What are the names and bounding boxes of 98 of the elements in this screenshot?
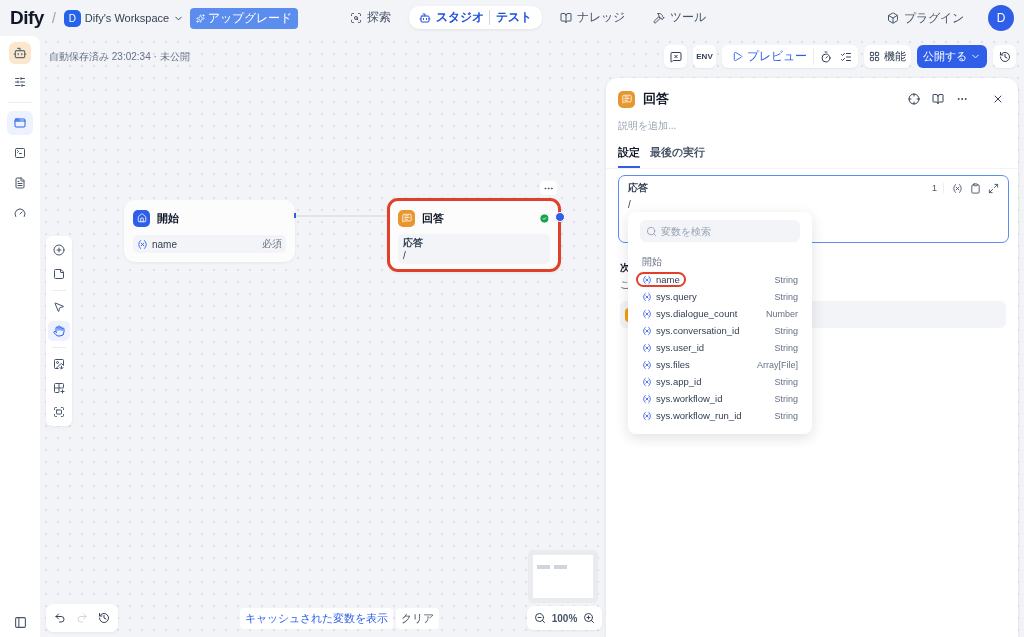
group-label: 開始 — [642, 255, 662, 269]
nav-tab[interactable]: ナレッジ — [550, 6, 635, 29]
variable-option[interactable]: sys.workflow_run_id String — [640, 407, 800, 424]
clear-chat-button[interactable] — [664, 45, 687, 68]
sliders-icon — [14, 76, 26, 88]
hand-icon — [53, 325, 65, 337]
start-node[interactable]: 開始 name 必須 — [124, 200, 295, 262]
message-icon — [398, 209, 415, 227]
variable-icon — [642, 274, 652, 285]
zoom-out-icon[interactable] — [534, 612, 546, 624]
pointer-icon — [53, 301, 65, 313]
variable-icon — [642, 410, 652, 421]
undo-icon[interactable] — [54, 612, 66, 624]
plugin-button[interactable]: プラグイン — [881, 9, 970, 27]
character-count: 1 — [932, 183, 944, 193]
variable-icon[interactable] — [952, 182, 963, 194]
timer-icon[interactable] — [820, 50, 832, 63]
image-export-icon — [53, 358, 65, 370]
features-button[interactable]: 機能 — [864, 45, 911, 68]
add-icon — [53, 244, 65, 256]
history-button[interactable] — [993, 45, 1016, 68]
variable-option[interactable]: sys.user_id String — [640, 339, 800, 356]
message-icon — [618, 90, 635, 108]
zoom-in-icon[interactable] — [583, 612, 595, 624]
editor-value: / — [628, 199, 631, 210]
workspace-switcher[interactable]: D Dify's Workspace — [63, 9, 185, 27]
breadcrumb-separator: / — [51, 10, 56, 26]
palette-tool[interactable] — [48, 321, 70, 341]
nav-tab[interactable]: 探索 — [340, 6, 401, 29]
workspace-avatar: D — [63, 9, 81, 27]
variable-icon — [137, 238, 148, 250]
node-title: 回答 — [422, 210, 444, 226]
close-icon[interactable] — [992, 93, 1004, 105]
home-icon — [133, 209, 150, 227]
nav-tab[interactable]: スタジオ テスト — [409, 6, 542, 29]
variable-option[interactable]: sys.query String — [640, 288, 800, 305]
variable-option[interactable]: sys.workflow_id String — [640, 390, 800, 407]
variable-option[interactable]: sys.app_id String — [640, 373, 800, 390]
document-icon — [14, 177, 26, 189]
search-box[interactable]: 変数を検索 — [640, 220, 800, 242]
sidebar-toggle-icon[interactable] — [13, 616, 27, 629]
node-title: 開始 — [157, 210, 179, 226]
variable-name: name — [152, 238, 177, 250]
checklist-icon[interactable] — [840, 50, 852, 63]
search-field[interactable]: 変数を検索 — [661, 225, 791, 237]
section-description: こ — [620, 278, 630, 292]
env-button[interactable]: ENV — [693, 45, 716, 68]
user-avatar[interactable]: D — [988, 5, 1014, 31]
grid-plus-icon — [53, 382, 65, 394]
required-label: 必須 — [262, 237, 282, 251]
grid-icon — [869, 51, 880, 62]
app-icon[interactable] — [9, 42, 31, 64]
variable-option[interactable]: sys.files Array[File] — [640, 356, 800, 373]
publish-button[interactable]: 公開する — [917, 45, 987, 68]
sidebar-item[interactable] — [7, 111, 33, 135]
field-label: 応答 — [403, 236, 423, 250]
autosave-status: 自動保存済み 23:02:34 · 未公開 — [49, 49, 190, 64]
window-icon — [14, 117, 26, 129]
variable-icon — [642, 291, 652, 302]
panel-tab[interactable]: 設定 — [618, 146, 640, 168]
search-icon — [646, 225, 657, 237]
variable-icon — [642, 308, 652, 319]
logo: Dify — [10, 7, 44, 29]
clear-button[interactable]: クリア — [396, 608, 439, 629]
zoom-level[interactable]: 100% — [551, 612, 578, 624]
history-icon — [998, 50, 1011, 63]
variable-icon — [642, 393, 652, 404]
variable-option[interactable]: sys.dialogue_count Number — [640, 305, 800, 322]
variable-option[interactable]: sys.conversation_id String — [640, 322, 800, 339]
fit-view-icon — [53, 406, 65, 418]
variable-icon — [642, 325, 652, 336]
expand-icon[interactable] — [988, 182, 999, 194]
panel-tab[interactable]: 最後の実行 — [650, 146, 705, 168]
terminal-icon — [14, 147, 26, 159]
node-handle[interactable] — [555, 212, 565, 222]
cached-variables-button[interactable]: キャッシュされた変数を表示 — [240, 608, 393, 629]
clipboard-icon[interactable] — [970, 182, 981, 194]
book-icon — [560, 11, 572, 24]
cube-icon — [887, 12, 899, 24]
hammer-icon — [653, 11, 665, 24]
robot-icon — [419, 11, 431, 24]
check-icon — [539, 212, 550, 224]
variable-icon — [642, 342, 652, 353]
play-icon — [732, 51, 743, 62]
variable-icon — [642, 376, 652, 387]
nav-tab[interactable]: ツール — [643, 6, 716, 29]
gauge-icon — [14, 207, 26, 219]
panel-title: 回答 — [643, 90, 669, 108]
field-value: / — [403, 250, 406, 261]
message-x-icon — [669, 50, 682, 63]
crosshair-icon[interactable] — [908, 93, 920, 105]
editor-label: 応答 — [628, 181, 648, 195]
variable-icon — [642, 359, 652, 370]
history-icon[interactable] — [98, 612, 110, 624]
scan-icon — [350, 11, 362, 24]
sparkle-icon — [196, 13, 206, 23]
book-icon[interactable] — [932, 93, 944, 105]
note-icon — [53, 268, 65, 280]
